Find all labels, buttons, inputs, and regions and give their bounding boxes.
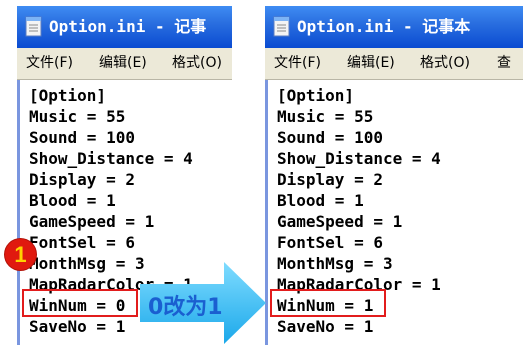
highlight-box-before	[22, 289, 138, 317]
title-bar[interactable]: Option.ini - 记事本	[265, 6, 523, 48]
text-line: GameSpeed = 1	[29, 212, 155, 231]
title-bar[interactable]: Option.ini - 记事	[17, 6, 232, 48]
text-line: Music = 55	[277, 107, 374, 126]
text-line: Sound = 100	[29, 128, 135, 147]
text-line: SaveNo = 1	[277, 317, 374, 336]
text-line: Blood = 1	[277, 191, 364, 210]
window-title: Option.ini - 记事本	[297, 17, 471, 36]
text-line: [Option]	[29, 86, 107, 105]
menu-format[interactable]: 格式(O)	[420, 48, 470, 79]
text-line: SaveNo = 1	[29, 317, 126, 336]
menu-file[interactable]: 文件(F)	[274, 48, 321, 79]
text-line: Display = 2	[29, 170, 135, 189]
text-line: GameSpeed = 1	[277, 212, 403, 231]
change-label: 0改为1	[148, 295, 223, 320]
notepad-icon	[25, 16, 42, 37]
notepad-icon	[273, 16, 290, 37]
text-line: Display = 2	[277, 170, 383, 189]
menu-format[interactable]: 格式(O)	[172, 48, 222, 79]
menu-edit[interactable]: 编辑(E)	[99, 48, 147, 79]
step-number-badge: 1	[5, 239, 36, 270]
text-line: Show_Distance = 4	[29, 149, 193, 168]
highlight-box-after	[270, 289, 386, 317]
text-line: MonthMsg = 3	[29, 254, 145, 273]
text-line: Blood = 1	[29, 191, 116, 210]
menu-bar: 文件(F) 编辑(E) 格式(O)	[17, 48, 232, 80]
text-line: Sound = 100	[277, 128, 383, 147]
text-line: MonthMsg = 3	[277, 254, 393, 273]
menu-file[interactable]: 文件(F)	[26, 48, 73, 79]
text-line: [Option]	[277, 86, 355, 105]
text-line: FontSel = 6	[29, 233, 135, 252]
text-line: Music = 55	[29, 107, 126, 126]
menu-bar: 文件(F) 编辑(E) 格式(O) 查	[265, 48, 523, 80]
window-title: Option.ini - 记事	[49, 17, 207, 36]
text-line: Show_Distance = 4	[277, 149, 441, 168]
menu-view[interactable]: 查	[497, 48, 511, 79]
menu-edit[interactable]: 编辑(E)	[347, 48, 395, 79]
text-line: FontSel = 6	[277, 233, 383, 252]
